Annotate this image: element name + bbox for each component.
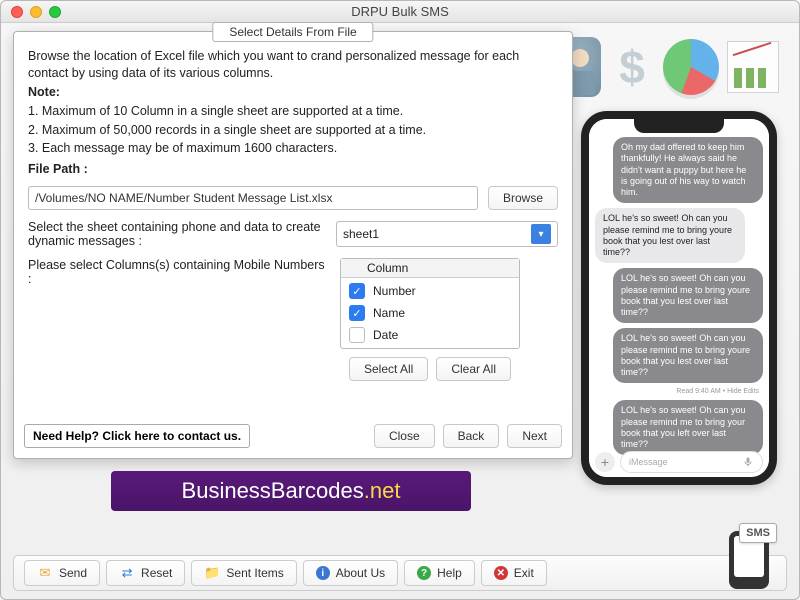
titlebar: DRPU Bulk SMS xyxy=(1,1,799,23)
content-area: $ Select Details From File Browse the lo… xyxy=(1,23,799,599)
reset-icon: ⇄ xyxy=(119,565,135,581)
chat-bubble: LOL he's so sweet! Oh can you please rem… xyxy=(613,268,763,323)
clear-all-button[interactable]: Clear All xyxy=(436,357,511,381)
sheet-select[interactable]: sheet1 ▾ xyxy=(336,221,558,247)
message-composer: + iMessage xyxy=(595,451,763,473)
message-input[interactable]: iMessage xyxy=(620,451,763,473)
phone-preview: Oh my dad offered to keep him thankfully… xyxy=(581,111,777,485)
column-buttons: Select All Clear All xyxy=(340,357,520,381)
help-icon: ? xyxy=(417,566,431,580)
note-label: Note: xyxy=(28,84,558,101)
chat-bubble: LOL he's so sweet! Oh can you please rem… xyxy=(595,208,745,263)
app-window: DRPU Bulk SMS $ Select Details From File… xyxy=(0,0,800,600)
sheet-label: Select the sheet containing phone and da… xyxy=(28,220,328,248)
select-details-dialog: Select Details From File Browse the loca… xyxy=(13,31,573,459)
dialog-footer: Need Help? Click here to contact us. Clo… xyxy=(24,424,562,448)
sms-label: SMS xyxy=(739,523,777,543)
pie-chart-icon xyxy=(663,39,719,95)
info-icon: i xyxy=(316,566,330,580)
dialog-body: Browse the location of Excel file which … xyxy=(14,32,572,393)
exit-icon: ✕ xyxy=(494,566,508,580)
columns-table: Column ✓ Number ✓ Name Date xyxy=(340,258,520,349)
chat-bubble: LOL he's so sweet! Oh can you please rem… xyxy=(613,328,763,383)
filepath-input[interactable] xyxy=(28,186,478,210)
column-item[interactable]: ✓ Name xyxy=(347,302,513,324)
about-button[interactable]: iAbout Us xyxy=(303,560,398,586)
note-2: 2. Maximum of 50,000 records in a single… xyxy=(28,122,558,139)
sheet-row: Select the sheet containing phone and da… xyxy=(28,220,558,248)
send-button[interactable]: ✉Send xyxy=(24,560,100,586)
chat-thread: Oh my dad offered to keep him thankfully… xyxy=(589,119,769,477)
columns-row: Please select Columns(s) containing Mobi… xyxy=(28,258,558,381)
folder-icon: 📁 xyxy=(204,565,220,581)
window-title: DRPU Bulk SMS xyxy=(1,4,799,19)
column-header: Column xyxy=(341,259,519,278)
intro-text: Browse the location of Excel file which … xyxy=(28,48,558,82)
help-link[interactable]: Need Help? Click here to contact us. xyxy=(24,424,250,448)
columns-label: Please select Columns(s) containing Mobi… xyxy=(28,258,328,381)
bar-chart-icon xyxy=(727,41,779,93)
filepath-label: File Path : xyxy=(28,161,558,178)
note-1: 1. Maximum of 10 Column in a single shee… xyxy=(28,103,558,120)
bottom-toolbar: ✉Send ⇄Reset 📁Sent Items iAbout Us ?Help… xyxy=(13,555,787,591)
footer-buttons: Close Back Next xyxy=(374,424,562,448)
chat-bubble: Oh my dad offered to keep him thankfully… xyxy=(613,137,763,203)
sms-phone-graphic: SMS xyxy=(721,523,777,589)
chat-bubble: LOL he's so sweet! Oh can you please rem… xyxy=(613,400,763,455)
next-button[interactable]: Next xyxy=(507,424,562,448)
dialog-title: Select Details From File xyxy=(212,22,373,42)
exit-button[interactable]: ✕Exit xyxy=(481,560,547,586)
column-item[interactable]: ✓ Number xyxy=(347,280,513,302)
column-checkbox[interactable] xyxy=(349,327,365,343)
read-receipt: Read 9:40 AM • Hide Edits xyxy=(676,388,763,395)
phone-notch xyxy=(634,119,724,133)
sheet-selected-value: sheet1 xyxy=(343,227,379,241)
banner-text-2: .net xyxy=(364,478,401,504)
help-button[interactable]: ?Help xyxy=(404,560,475,586)
plus-icon[interactable]: + xyxy=(595,452,615,472)
browse-button[interactable]: Browse xyxy=(488,186,558,210)
column-name: Number xyxy=(373,284,416,298)
column-item[interactable]: Date xyxy=(347,324,513,346)
column-checkbox[interactable]: ✓ xyxy=(349,305,365,321)
sent-items-button[interactable]: 📁Sent Items xyxy=(191,560,296,586)
dollar-icon: $ xyxy=(609,37,655,97)
reset-button[interactable]: ⇄Reset xyxy=(106,560,185,586)
select-all-button[interactable]: Select All xyxy=(349,357,428,381)
mic-icon xyxy=(742,456,754,468)
envelope-icon: ✉ xyxy=(37,565,53,581)
filepath-row: Browse xyxy=(28,186,558,210)
columns-panel: Column ✓ Number ✓ Name Date Select All Clear… xyxy=(340,258,520,381)
column-name: Date xyxy=(373,328,398,342)
back-button[interactable]: Back xyxy=(443,424,500,448)
column-name: Name xyxy=(373,306,405,320)
message-placeholder: iMessage xyxy=(629,457,668,467)
brand-banner: BusinessBarcodes.net xyxy=(111,471,471,511)
columns-list: ✓ Number ✓ Name Date xyxy=(341,278,519,348)
note-3: 3. Each message may be of maximum 1600 c… xyxy=(28,140,558,157)
close-button[interactable]: Close xyxy=(374,424,435,448)
chevron-down-icon: ▾ xyxy=(531,224,551,244)
banner-text-1: BusinessBarcodes xyxy=(182,478,364,504)
column-checkbox[interactable]: ✓ xyxy=(349,283,365,299)
